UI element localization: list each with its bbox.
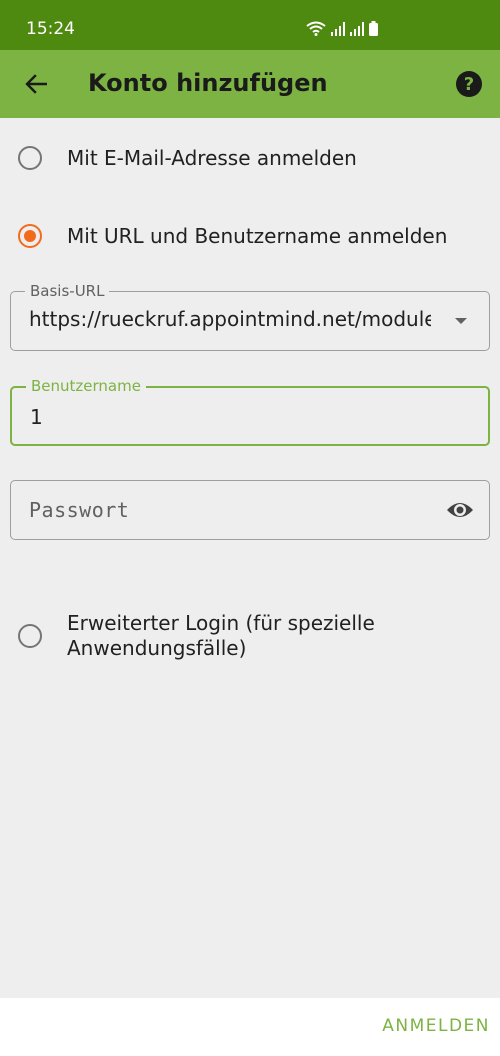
signal-icon <box>331 22 345 36</box>
base-url-label: Basis-URL <box>25 282 110 300</box>
radio-url[interactable] <box>18 224 42 248</box>
status-bar: 15:24 <box>0 0 500 50</box>
radio-email-label: Mit E-Mail-Adresse anmelden <box>67 146 357 170</box>
password-placeholder: Passwort <box>29 498 130 522</box>
base-url-value: https://rueckruf.appointmind.net/modules <box>29 307 431 331</box>
radio-email[interactable] <box>18 146 42 170</box>
status-time: 15:24 <box>26 19 75 39</box>
radio-option-url[interactable]: Mit URL und Benutzername anmelden <box>0 223 500 249</box>
username-field[interactable]: Benutzername 1 <box>10 377 490 446</box>
app-bar: Konto hinzufügen ? <box>0 50 500 118</box>
username-value: 1 <box>30 405 43 429</box>
status-icons <box>306 21 378 36</box>
help-button[interactable]: ? <box>456 71 482 97</box>
radio-option-advanced[interactable]: Erweiterter Login (für spezielle Anwendu… <box>0 610 500 662</box>
back-button[interactable] <box>18 66 54 102</box>
username-label: Benutzername <box>26 377 146 395</box>
radio-advanced[interactable] <box>18 624 42 648</box>
page-title: Konto hinzufügen <box>88 69 328 97</box>
login-button[interactable]: ANMELDEN <box>382 1016 490 1036</box>
battery-icon <box>369 21 378 36</box>
help-icon: ? <box>463 73 475 95</box>
bottom-action-bar: ANMELDEN <box>0 998 500 1056</box>
radio-option-email[interactable]: Mit E-Mail-Adresse anmelden <box>0 145 500 171</box>
radio-advanced-label-line2: Anwendungsfälle) <box>67 636 247 660</box>
arrow-left-icon <box>25 74 47 94</box>
base-url-field[interactable]: Basis-URL https://rueckruf.appointmind.n… <box>10 282 490 351</box>
signal-icon-2 <box>350 22 364 36</box>
wifi-icon <box>306 21 326 36</box>
radio-url-label: Mit URL und Benutzername anmelden <box>67 224 448 248</box>
dropdown-arrow-icon[interactable] <box>455 318 467 324</box>
eye-icon[interactable] <box>445 498 475 522</box>
password-field[interactable]: Passwort <box>10 480 490 540</box>
radio-advanced-label-line1: Erweiterter Login (für spezielle <box>67 611 375 635</box>
